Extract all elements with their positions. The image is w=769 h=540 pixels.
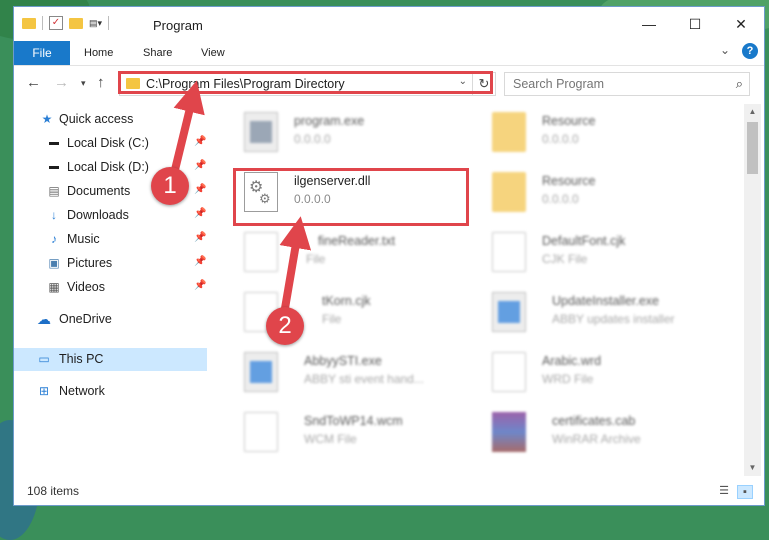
step-marker-1: 1 bbox=[151, 167, 189, 205]
step-marker-2: 2 bbox=[266, 307, 304, 345]
annotation-arrows bbox=[168, 80, 312, 321]
